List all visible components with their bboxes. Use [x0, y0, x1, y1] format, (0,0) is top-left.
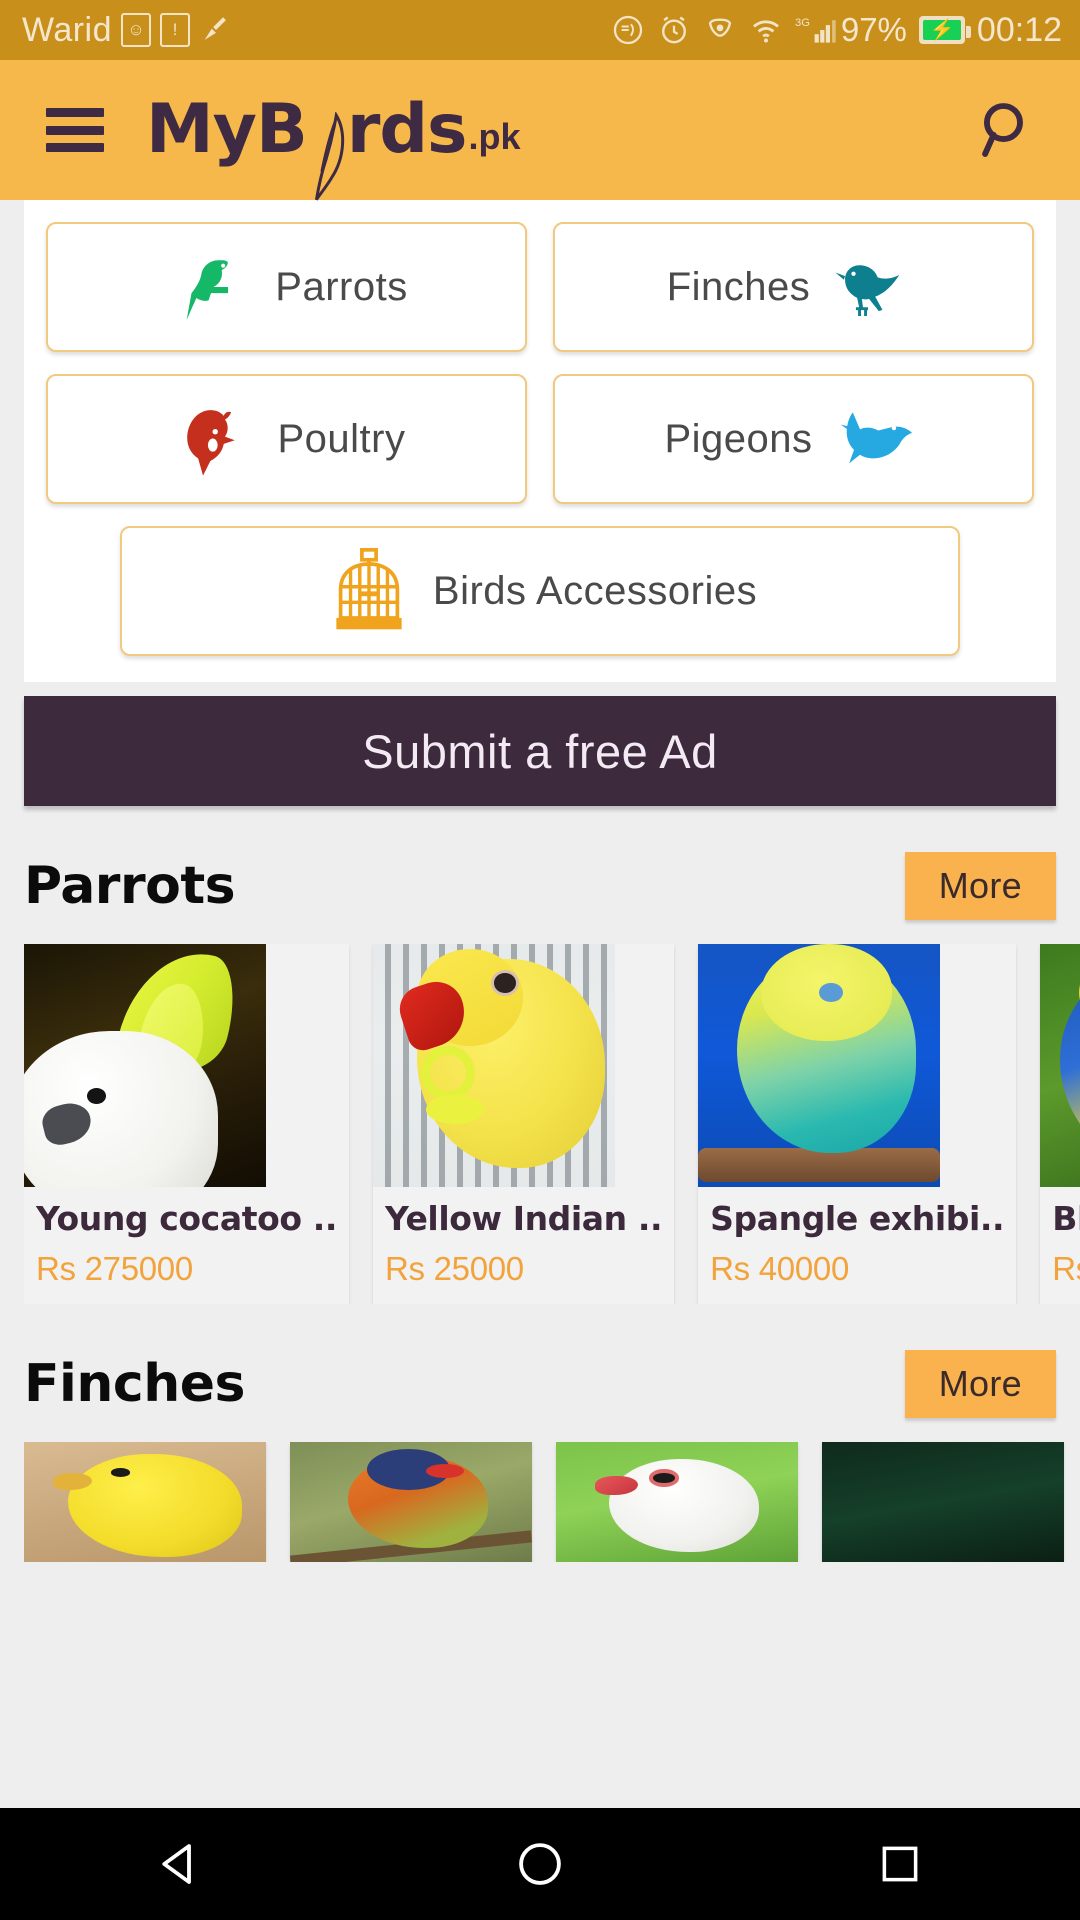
category-label: Finches: [666, 264, 811, 309]
recents-button[interactable]: [840, 1834, 960, 1894]
product-image: [24, 944, 266, 1187]
wifi-icon: [749, 13, 783, 47]
product-price: Rs: [1052, 1250, 1080, 1287]
do-not-disturb-icon: [611, 13, 645, 47]
product-info: Bl Rs: [1040, 1187, 1080, 1302]
category-row-2: Poultry Pigeons: [46, 374, 1034, 504]
submit-free-ad-button[interactable]: Submit a free Ad: [24, 696, 1056, 806]
product-image: [698, 944, 941, 1187]
signal-3g-icon: 3G: [795, 13, 836, 47]
status-bar-left: Warid ☺ !: [22, 11, 233, 50]
product-title: Bl: [1052, 1199, 1080, 1238]
product-image: [290, 1442, 532, 1562]
product-price: Rs 40000: [710, 1250, 850, 1287]
product-info: Spangle exhibi.. Rs 40000: [698, 1187, 1016, 1302]
product-image: [24, 1442, 266, 1562]
list-item[interactable]: [556, 1442, 798, 1562]
hamburger-menu-icon[interactable]: [46, 108, 104, 152]
battery-percent-label: 97%: [840, 11, 907, 48]
product-title: Young cocatoo ..: [36, 1199, 337, 1238]
submit-free-ad-label: Submit a free Ad: [362, 724, 718, 778]
product-price: Rs 25000: [384, 1250, 524, 1287]
section-header-finches: Finches More: [24, 1348, 1056, 1420]
category-label: Birds Accessories: [432, 568, 758, 613]
status-bar: Warid ☺ ! 3G 97% ⚡ 00:12: [0, 0, 1080, 60]
category-card-pigeons[interactable]: Pigeons: [553, 374, 1034, 504]
list-item[interactable]: Spangle exhibi.. Rs 40000: [698, 944, 1017, 1304]
category-card-parrots[interactable]: Parrots: [46, 222, 527, 352]
product-image: [556, 1442, 798, 1562]
category-card-finches[interactable]: Finches: [553, 222, 1034, 352]
product-row-finches[interactable]: [24, 1442, 1080, 1562]
category-label: Poultry: [277, 416, 406, 461]
product-price: Rs 275000: [36, 1250, 193, 1287]
carrier-label: Warid: [22, 10, 113, 49]
parrot-icon: [165, 241, 257, 333]
product-info: Young cocatoo .. Rs 275000: [24, 1187, 349, 1302]
eye-care-icon: [703, 13, 737, 47]
category-panel: Parrots Finches Poultry Pigeons Birds Ac…: [24, 200, 1056, 682]
page-title: Finches: [24, 1354, 245, 1414]
list-item[interactable]: Young cocatoo .. Rs 275000: [24, 944, 349, 1304]
birdcage-icon: [323, 545, 415, 637]
rooster-icon: [168, 393, 260, 485]
smiley-face-icon: ☺: [121, 13, 152, 47]
status-bar-right: 3G 97% ⚡ 00:12: [611, 11, 1062, 50]
category-label: Pigeons: [664, 416, 813, 461]
category-card-birds-accessories[interactable]: Birds Accessories: [120, 526, 960, 656]
category-card-poultry[interactable]: Poultry: [46, 374, 527, 504]
logo-text-part2: rds: [346, 90, 468, 169]
product-image: [372, 944, 615, 1187]
app-logo[interactable]: MyB rds .pk: [146, 90, 521, 201]
section-header-parrots: Parrots More: [24, 850, 1056, 922]
product-image: [822, 1442, 1064, 1562]
product-title: Spangle exhibi..: [710, 1199, 1005, 1238]
dove-icon: [831, 393, 923, 485]
logo-tld: .pk: [468, 116, 521, 157]
finch-icon: [828, 241, 920, 333]
android-navigation-bar: [0, 1808, 1080, 1920]
warning-square-icon: !: [160, 13, 191, 47]
clock-label: 00:12: [976, 10, 1062, 49]
battery-icon: ⚡: [918, 16, 971, 44]
list-item[interactable]: [24, 1442, 266, 1562]
alarm-clock-icon: [657, 13, 691, 47]
broom-icon: [199, 13, 233, 47]
product-row-parrots[interactable]: Young cocatoo .. Rs 275000 Yellow Indian…: [24, 944, 1080, 1304]
category-row-1: Parrots Finches: [46, 222, 1034, 352]
home-button[interactable]: [480, 1834, 600, 1894]
list-item[interactable]: [290, 1442, 532, 1562]
product-info: Yellow Indian .. Rs 25000: [373, 1187, 674, 1302]
back-button[interactable]: [120, 1834, 240, 1894]
app-header: MyB rds .pk: [0, 60, 1080, 201]
product-image: [1040, 944, 1080, 1187]
svg-text:3G: 3G: [795, 17, 810, 29]
more-button-finches[interactable]: More: [904, 1350, 1056, 1418]
product-title: Yellow Indian ..: [384, 1199, 663, 1238]
category-label: Parrots: [275, 264, 408, 309]
list-item[interactable]: Bl Rs: [1040, 944, 1080, 1304]
category-row-3: Birds Accessories: [46, 526, 1034, 656]
logo-text-part1: MyB: [146, 90, 308, 169]
list-item[interactable]: Yellow Indian .. Rs 25000: [372, 944, 675, 1304]
list-item[interactable]: [822, 1442, 1064, 1562]
page-title: Parrots: [24, 856, 236, 916]
search-icon[interactable]: [972, 94, 1044, 166]
more-button-parrots[interactable]: More: [904, 852, 1056, 920]
